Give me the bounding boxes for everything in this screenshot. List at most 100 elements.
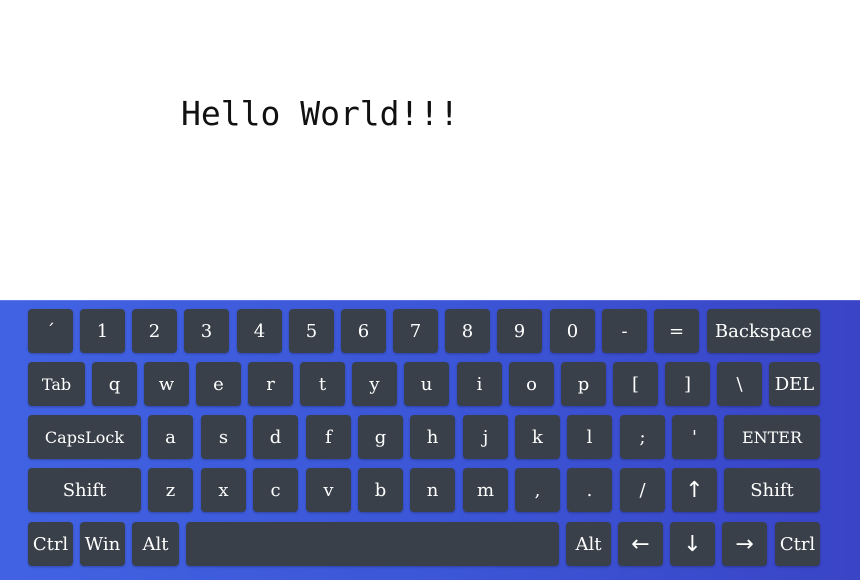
key-alt-left[interactable]: Alt bbox=[132, 522, 179, 566]
key-label: Ctrl bbox=[779, 533, 816, 555]
key-label: DEL bbox=[774, 373, 815, 395]
key-8[interactable]: 8 bbox=[445, 309, 490, 353]
key-shift-left[interactable]: Shift bbox=[28, 468, 141, 512]
key-b[interactable]: b bbox=[358, 468, 403, 512]
text-output-area: Hello World!!! bbox=[0, 0, 860, 300]
key-label: z bbox=[165, 479, 176, 501]
key-m[interactable]: m bbox=[463, 468, 508, 512]
key-left-bracket[interactable]: [ bbox=[613, 362, 658, 406]
key-0[interactable]: 0 bbox=[550, 309, 595, 353]
key-tab[interactable]: Tab bbox=[28, 362, 85, 406]
key-semicolon[interactable]: ; bbox=[620, 415, 665, 459]
key-backtick[interactable]: ´ bbox=[28, 309, 73, 353]
key-7[interactable]: 7 bbox=[393, 309, 438, 353]
key-g[interactable]: g bbox=[358, 415, 403, 459]
key-e[interactable]: e bbox=[196, 362, 241, 406]
key-label: t bbox=[318, 373, 327, 395]
key-q[interactable]: q bbox=[92, 362, 137, 406]
key-x[interactable]: x bbox=[201, 468, 246, 512]
key-u[interactable]: u bbox=[404, 362, 449, 406]
key-i[interactable]: i bbox=[457, 362, 502, 406]
key-p[interactable]: p bbox=[561, 362, 606, 406]
key-label: s bbox=[218, 426, 229, 448]
key-6[interactable]: 6 bbox=[341, 309, 386, 353]
key-label: Tab bbox=[41, 374, 72, 394]
key-label: ´ bbox=[46, 320, 55, 342]
key-label: 6 bbox=[357, 320, 370, 342]
key-backspace[interactable]: Backspace bbox=[707, 309, 820, 353]
key-l[interactable]: l bbox=[567, 415, 612, 459]
key-r[interactable]: r bbox=[248, 362, 293, 406]
key-arrow-down[interactable]: ↓ bbox=[670, 522, 715, 566]
key-comma[interactable]: , bbox=[515, 468, 560, 512]
key-label: u bbox=[420, 373, 433, 395]
arrow-down-icon: ↓ bbox=[683, 531, 702, 557]
key-label: - bbox=[621, 320, 628, 342]
key-label: q bbox=[108, 373, 121, 395]
key-label: CapsLock bbox=[44, 427, 125, 447]
key-arrow-up[interactable]: ↑ bbox=[672, 468, 717, 512]
key-1[interactable]: 1 bbox=[80, 309, 125, 353]
key-label: a bbox=[165, 426, 176, 448]
key-label: b bbox=[374, 479, 387, 501]
key-d[interactable]: d bbox=[253, 415, 298, 459]
key-w[interactable]: w bbox=[144, 362, 189, 406]
key-quote[interactable]: ' bbox=[672, 415, 717, 459]
key-label: y bbox=[369, 373, 380, 395]
key-label: 5 bbox=[305, 320, 318, 342]
key-label: ; bbox=[639, 426, 646, 448]
key-slash[interactable]: / bbox=[620, 468, 665, 512]
key-3[interactable]: 3 bbox=[184, 309, 229, 353]
key-o[interactable]: o bbox=[509, 362, 554, 406]
key-n[interactable]: n bbox=[410, 468, 455, 512]
key-label: n bbox=[426, 479, 439, 501]
key-label: Ctrl bbox=[32, 533, 69, 555]
key-label: 9 bbox=[513, 320, 526, 342]
key-label: 2 bbox=[148, 320, 161, 342]
key-label: . bbox=[586, 479, 593, 501]
key-del[interactable]: DEL bbox=[769, 362, 820, 406]
key-space[interactable] bbox=[186, 522, 559, 566]
key-right-bracket[interactable]: ] bbox=[665, 362, 710, 406]
key-k[interactable]: k bbox=[515, 415, 560, 459]
typed-text: Hello World!!! bbox=[181, 94, 460, 133]
key-capslock[interactable]: CapsLock bbox=[28, 415, 141, 459]
key-backslash[interactable]: \ bbox=[717, 362, 762, 406]
key-label: o bbox=[526, 373, 537, 395]
key-9[interactable]: 9 bbox=[497, 309, 542, 353]
key-a[interactable]: a bbox=[148, 415, 193, 459]
key-v[interactable]: v bbox=[306, 468, 351, 512]
key-label: ' bbox=[692, 426, 697, 448]
arrow-up-icon: ↑ bbox=[685, 477, 704, 503]
key-label: e bbox=[213, 373, 224, 395]
key-t[interactable]: t bbox=[300, 362, 345, 406]
key-equals[interactable]: = bbox=[654, 309, 699, 353]
key-c[interactable]: c bbox=[253, 468, 298, 512]
key-ctrl-right[interactable]: Ctrl bbox=[775, 522, 820, 566]
key-label: Win bbox=[84, 533, 121, 555]
key-arrow-left[interactable]: ← bbox=[618, 522, 663, 566]
key-period[interactable]: . bbox=[567, 468, 612, 512]
key-label: x bbox=[218, 479, 229, 501]
key-4[interactable]: 4 bbox=[237, 309, 282, 353]
key-s[interactable]: s bbox=[201, 415, 246, 459]
key-ctrl-left[interactable]: Ctrl bbox=[28, 522, 73, 566]
key-label: p bbox=[577, 373, 590, 395]
key-alt-right[interactable]: Alt bbox=[566, 522, 611, 566]
key-enter[interactable]: ENTER bbox=[724, 415, 820, 459]
key-z[interactable]: z bbox=[148, 468, 193, 512]
key-5[interactable]: 5 bbox=[289, 309, 334, 353]
key-y[interactable]: y bbox=[352, 362, 397, 406]
key-label: ENTER bbox=[741, 427, 803, 447]
key-label: l bbox=[586, 426, 593, 448]
key-h[interactable]: h bbox=[410, 415, 455, 459]
key-2[interactable]: 2 bbox=[132, 309, 177, 353]
key-arrow-right[interactable]: → bbox=[722, 522, 767, 566]
key-j[interactable]: j bbox=[463, 415, 508, 459]
key-shift-right[interactable]: Shift bbox=[724, 468, 820, 512]
key-minus[interactable]: - bbox=[602, 309, 647, 353]
key-label: [ bbox=[631, 373, 640, 395]
key-win[interactable]: Win bbox=[80, 522, 125, 566]
key-f[interactable]: f bbox=[306, 415, 351, 459]
key-label: v bbox=[323, 479, 334, 501]
